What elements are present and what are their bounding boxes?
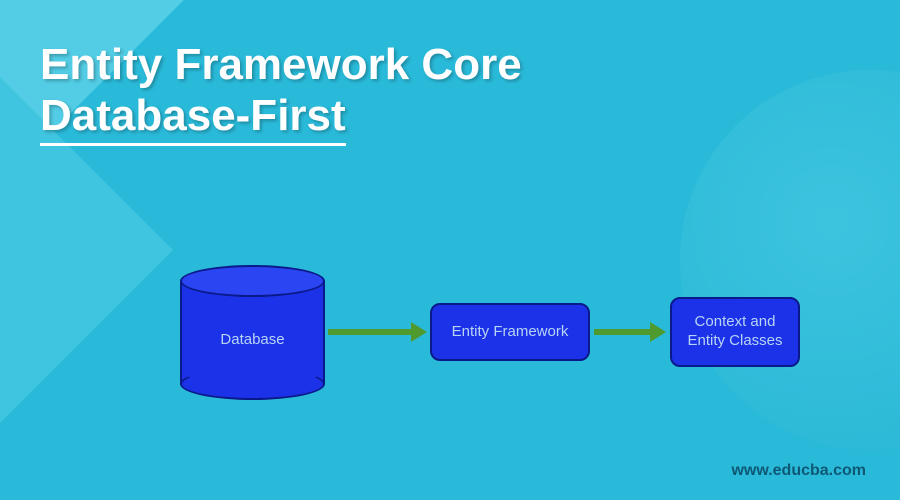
footer-url: www.educba.com xyxy=(731,462,866,480)
entity-framework-label: Entity Framework xyxy=(452,323,569,342)
db-bottom-shape xyxy=(180,368,325,400)
page-title: Entity Framework Core Database-First xyxy=(40,40,522,146)
flow-diagram: Database Entity Framework Context and En… xyxy=(180,255,800,435)
database-node: Database xyxy=(180,265,325,400)
arrow-2 xyxy=(594,329,652,335)
context-classes-label: Context and Entity Classes xyxy=(687,313,782,351)
title-line-2: Database-First xyxy=(40,91,522,147)
database-label: Database xyxy=(180,331,325,348)
context-classes-node: Context and Entity Classes xyxy=(670,297,800,367)
title-line-1: Entity Framework Core xyxy=(40,40,522,91)
db-top-shape xyxy=(180,265,325,297)
title-line-2-text: Database-First xyxy=(40,91,346,147)
entity-framework-node: Entity Framework xyxy=(430,303,590,361)
arrow-1 xyxy=(328,329,413,335)
